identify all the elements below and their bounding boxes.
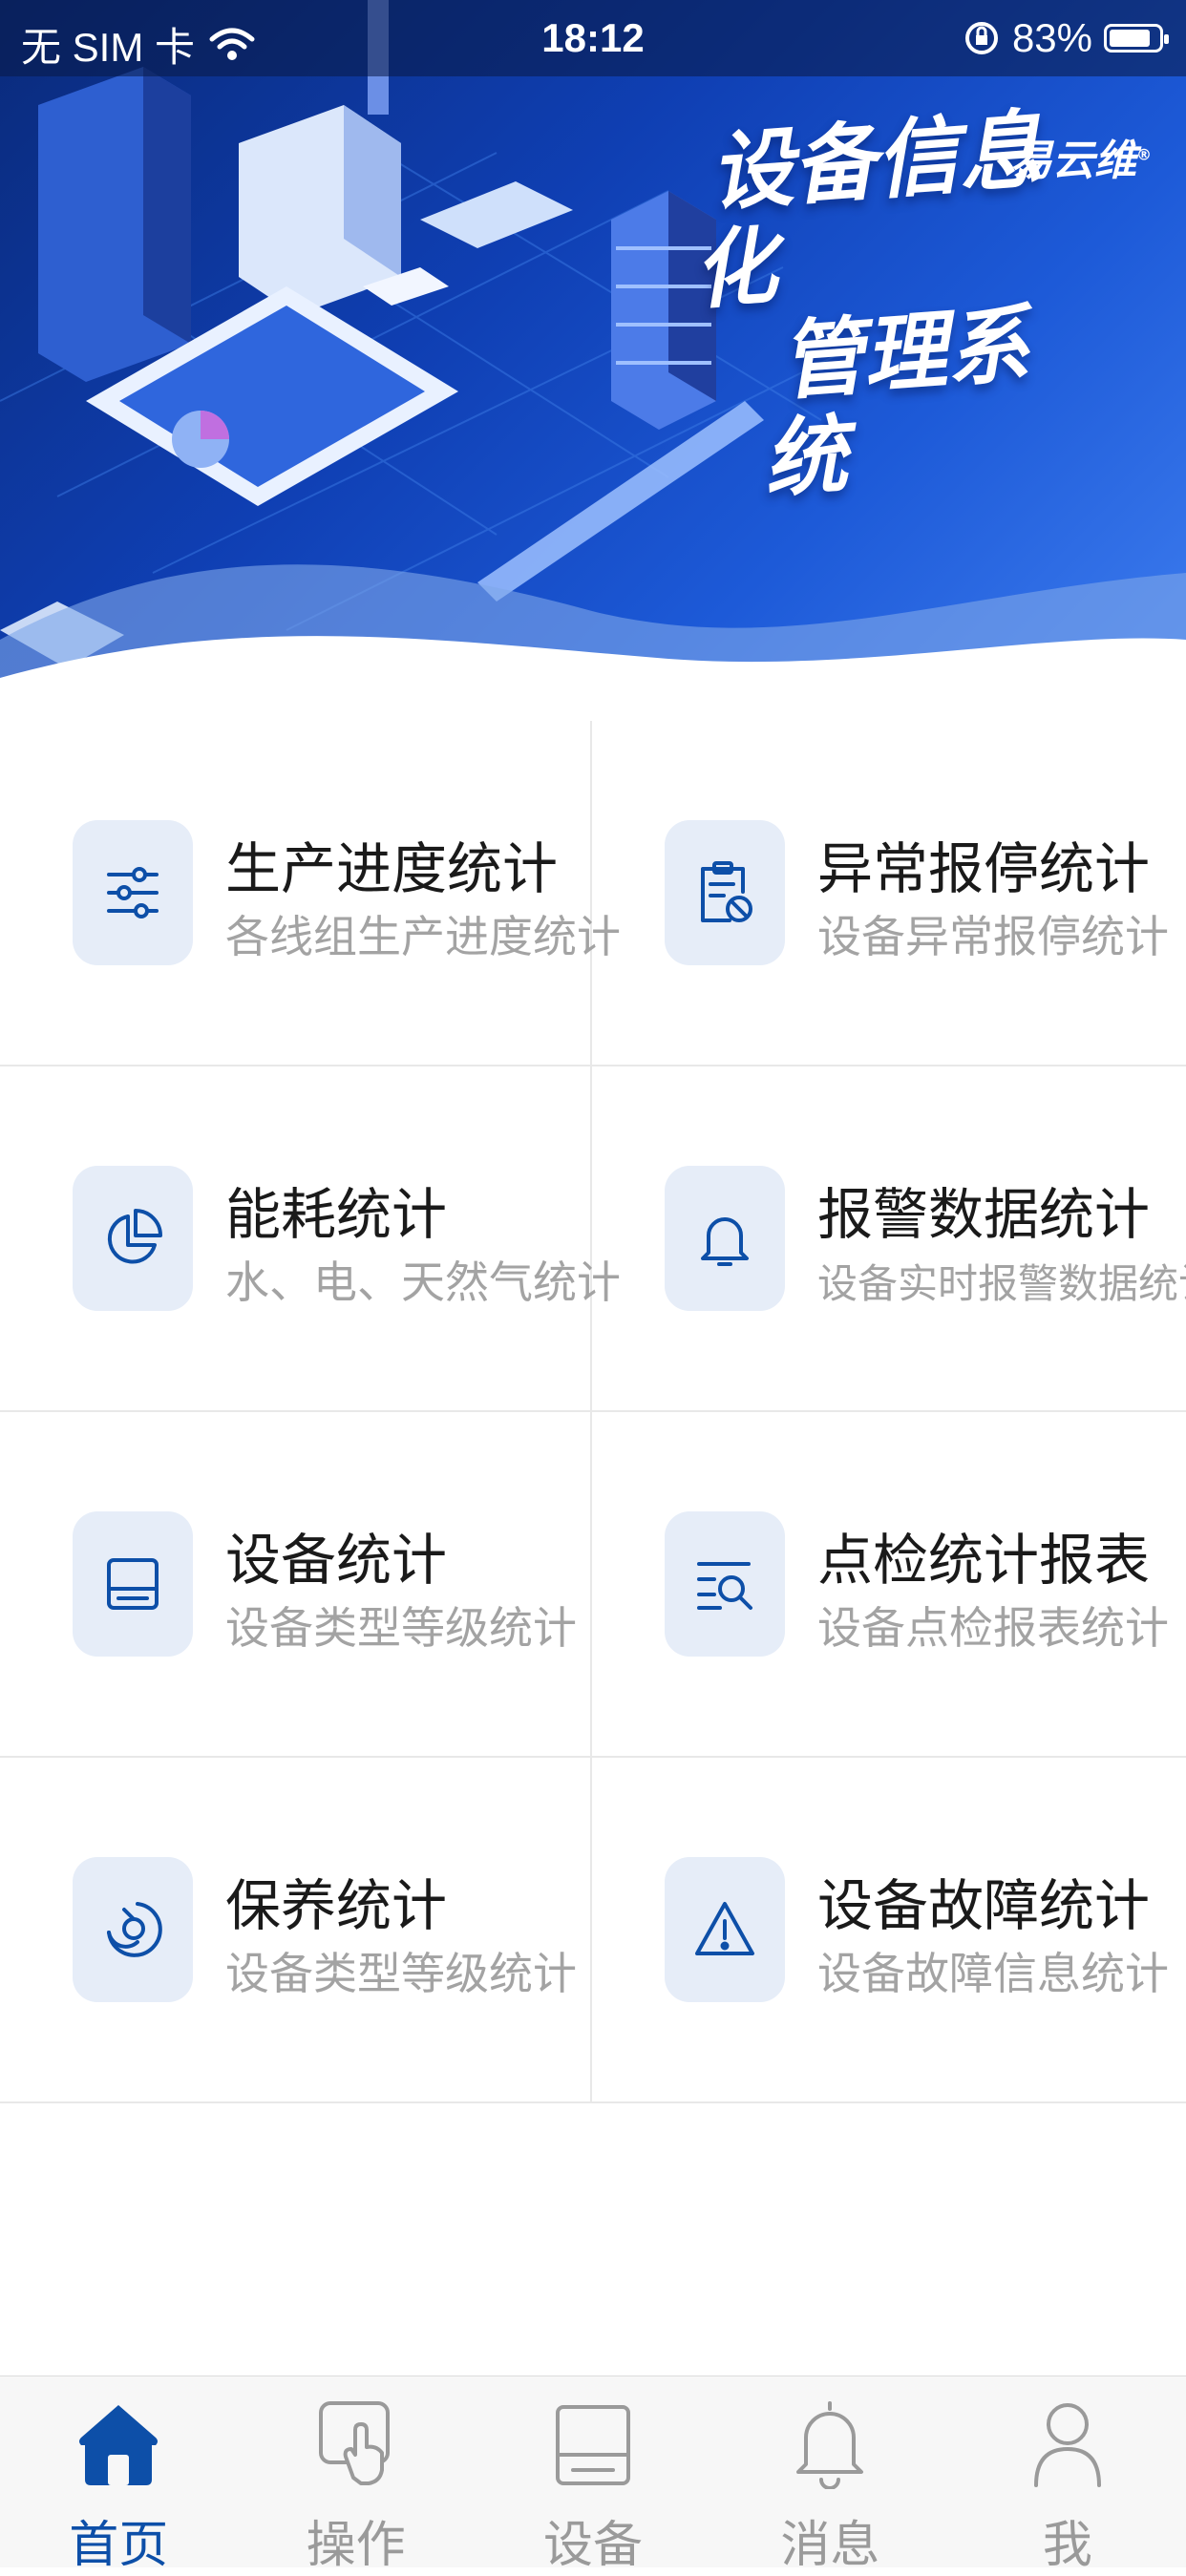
menu-icon-box (665, 1166, 785, 1311)
brand-logo: 易云维® (1010, 126, 1152, 187)
menu-icon-box (665, 1511, 785, 1657)
registered-mark: ® (1136, 145, 1152, 164)
bell-icon (701, 1217, 749, 1266)
menu-item-subtitle: 设备类型等级统计 (225, 1602, 577, 1654)
maintenance-icon (107, 1902, 162, 1957)
sliders-icon (107, 867, 159, 918)
menu-icon-box (665, 820, 785, 965)
tab-home[interactable]: 首页 (0, 2376, 237, 2574)
menu-item-title: 报警数据统计 (817, 1182, 1151, 1247)
clipboard-stop-icon (701, 861, 752, 922)
tab-label: 首页 (69, 2517, 169, 2574)
tab-me[interactable]: 我 (949, 2376, 1186, 2574)
tab-label: 操作 (306, 2517, 406, 2574)
menu-item-maintenance[interactable]: 保养统计 设备类型等级统计 (0, 1758, 592, 2103)
menu-item-subtitle: 设备故障信息统计 (817, 1948, 1169, 1999)
menu-item-abnormal-stop[interactable]: 异常报停统计 设备异常报停统计 (592, 721, 1186, 1066)
menu-item-subtitle: 各线组生产进度统计 (225, 911, 621, 962)
hero-banner: 设备信息化 管理系统 易云维® 无 SIM 卡 18:12 83% (0, 0, 1186, 726)
list-search-icon (697, 1562, 752, 1610)
menu-icon-box (73, 820, 193, 965)
status-bar: 无 SIM 卡 18:12 83% (0, 0, 1186, 76)
menu-item-production-progress[interactable]: 生产进度统计 各线组生产进度统计 (0, 721, 621, 1066)
warning-icon (695, 1902, 754, 1955)
menu-item-title: 点检统计报表 (817, 1528, 1151, 1593)
menu-icon-box (73, 1166, 193, 1311)
menu-item-energy[interactable]: 能耗统计 水、电、天然气统计 (0, 1066, 621, 1412)
pie-chart-icon (107, 1209, 162, 1264)
menu-item-subtitle: 设备类型等级统计 (225, 1948, 577, 1999)
tab-operation[interactable]: 操作 (237, 2376, 474, 2574)
brand-logo-text: 易云维 (1010, 137, 1136, 185)
battery-percent: 83% (1011, 15, 1092, 60)
menu-item-subtitle: 设备点检报表统计 (817, 1602, 1169, 1654)
menu-item-title: 生产进度统计 (225, 836, 559, 901)
battery-icon (1104, 24, 1169, 53)
status-right: 83% (963, 15, 1169, 61)
device-icon (107, 1558, 159, 1610)
menu-item-subtitle: 水、电、天然气统计 (225, 1256, 621, 1308)
device-icon (556, 2405, 631, 2485)
menu-item-title: 能耗统计 (225, 1182, 448, 1247)
tab-label: 我 (1042, 2517, 1092, 2574)
menu-item-subtitle: 设备实时报警数据统计 (817, 1260, 1186, 1307)
menu-item-subtitle: 设备异常报停统计 (817, 911, 1169, 962)
menu-item-title: 异常报停统计 (817, 836, 1151, 901)
menu-item-title: 设备故障统计 (817, 1873, 1151, 1938)
home-icon (79, 2405, 159, 2485)
bell-icon (796, 2401, 864, 2489)
menu-item-inspection-report[interactable]: 点检统计报表 设备点检报表统计 (592, 1412, 1186, 1758)
menu-item-title: 保养统计 (225, 1873, 448, 1938)
menu-item-title: 设备统计 (225, 1528, 448, 1593)
orientation-lock-icon (964, 22, 998, 54)
tab-label: 消息 (780, 2517, 880, 2574)
user-icon (1033, 2403, 1101, 2487)
menu-icon-box (73, 1857, 193, 2002)
banner-title-line2: 管理系统 (762, 292, 1045, 511)
menu-item-equipment[interactable]: 设备统计 设备类型等级统计 (0, 1412, 592, 1758)
touch-icon (318, 2401, 390, 2485)
tab-equipment[interactable]: 设备 (475, 2376, 711, 2574)
menu-icon-box (665, 1857, 785, 2002)
stats-menu-grid: 生产进度统计 各线组生产进度统计 异常报停统计 设备异常报停统计 能耗统计 水、… (0, 721, 1186, 2103)
menu-item-alarm-data[interactable]: 报警数据统计 设备实时报警数据统计 (592, 1066, 1186, 1412)
tab-label: 设备 (543, 2517, 644, 2574)
menu-icon-box (73, 1511, 193, 1657)
bottom-tab-bar: 首页 操作 设备 消息 我 (0, 2375, 1186, 2574)
tab-messages[interactable]: 消息 (711, 2376, 948, 2574)
menu-item-equipment-fault[interactable]: 设备故障统计 设备故障信息统计 (592, 1758, 1186, 2103)
